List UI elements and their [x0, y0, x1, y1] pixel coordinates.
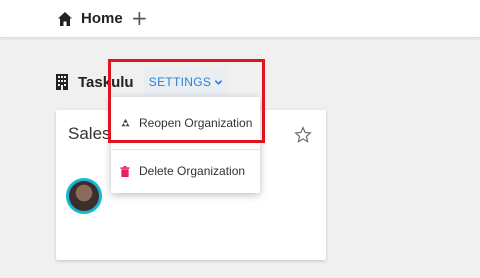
recycle-icon: [120, 118, 130, 126]
menu-item-label: Delete Organization: [139, 164, 246, 178]
menu-item-label: Reopen Organization: [139, 116, 253, 130]
home-link[interactable]: Home: [81, 10, 123, 27]
star-icon[interactable]: [294, 126, 312, 144]
board-title[interactable]: Sales: [68, 124, 111, 144]
settings-button[interactable]: SETTINGS: [144, 68, 228, 96]
building-icon: [56, 74, 68, 90]
organization-name: Taskulu: [78, 74, 134, 91]
delete-organization-menu-item[interactable]: Delete Organization: [111, 157, 260, 185]
settings-label: SETTINGS: [148, 75, 212, 89]
menu-divider: [111, 149, 260, 150]
settings-dropdown-menu: Reopen Organization Delete Organization: [111, 97, 260, 193]
member-avatar[interactable]: [66, 178, 102, 214]
reopen-organization-menu-item[interactable]: Reopen Organization: [111, 109, 260, 137]
trash-icon: [120, 165, 130, 177]
chevron-down-icon: [214, 79, 223, 85]
home-icon[interactable]: [57, 11, 73, 27]
add-button[interactable]: +: [131, 8, 148, 28]
top-bar: Home +: [0, 0, 480, 38]
